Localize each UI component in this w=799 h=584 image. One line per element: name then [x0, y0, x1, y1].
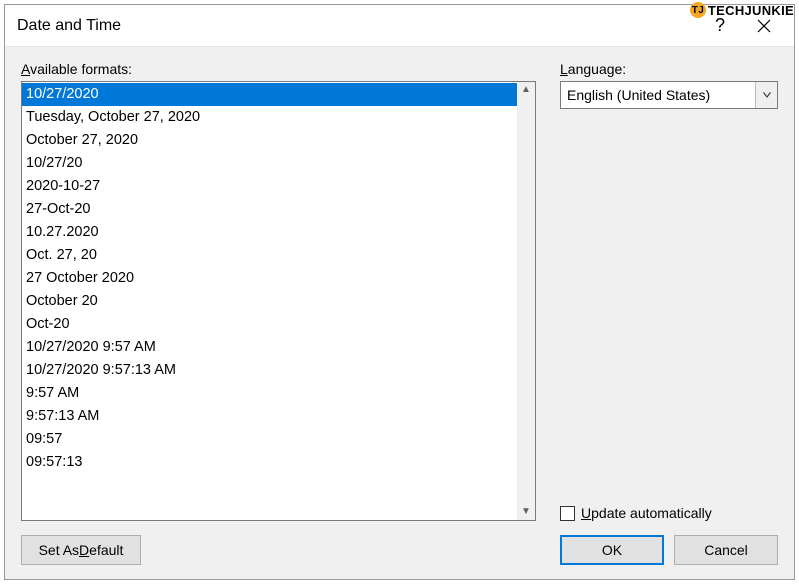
- format-item[interactable]: 10/27/2020 9:57:13 AM: [22, 359, 517, 382]
- scrollbar[interactable]: ▲ ▼: [517, 82, 535, 520]
- available-formats-label: Available formats:: [21, 61, 536, 77]
- format-item[interactable]: 09:57:13: [22, 451, 517, 474]
- scroll-up-icon[interactable]: ▲: [521, 85, 531, 95]
- techjunkie-logo-icon: TJ: [690, 2, 706, 18]
- chevron-down-icon: [763, 92, 771, 98]
- dialog-body: Available formats: 10/27/2020Tuesday, Oc…: [5, 47, 794, 579]
- format-item[interactable]: 27 October 2020: [22, 267, 517, 290]
- formats-column: Available formats: 10/27/2020Tuesday, Oc…: [21, 61, 536, 521]
- format-item[interactable]: 10/27/2020 9:57 AM: [22, 336, 517, 359]
- format-item[interactable]: Tuesday, October 27, 2020: [22, 106, 517, 129]
- formats-listbox[interactable]: 10/27/2020Tuesday, October 27, 2020Octob…: [21, 81, 536, 521]
- update-automatically-label: Update automatically: [581, 505, 712, 521]
- set-as-default-button[interactable]: Set As Default: [21, 535, 141, 565]
- right-column: Language: English (United States) Update…: [560, 61, 778, 521]
- language-combo[interactable]: English (United States): [560, 81, 778, 109]
- date-time-dialog: Date and Time ? Available formats: 10/27…: [4, 4, 795, 580]
- watermark: TJ TECHJUNKIE: [690, 2, 794, 18]
- formats-list[interactable]: 10/27/2020Tuesday, October 27, 2020Octob…: [22, 82, 517, 520]
- update-automatically-checkbox[interactable]: Update automatically: [560, 499, 778, 521]
- language-selected: English (United States): [561, 87, 755, 103]
- close-icon: [757, 19, 771, 33]
- language-label: Language:: [560, 61, 778, 77]
- format-item[interactable]: 10/27/20: [22, 152, 517, 175]
- titlebar: Date and Time ?: [5, 5, 794, 47]
- scroll-down-icon[interactable]: ▼: [521, 507, 531, 517]
- checkbox-icon[interactable]: [560, 506, 575, 521]
- dialog-title: Date and Time: [17, 17, 698, 35]
- format-item[interactable]: 10/27/2020: [22, 83, 517, 106]
- format-item[interactable]: Oct. 27, 20: [22, 244, 517, 267]
- format-item[interactable]: 2020-10-27: [22, 175, 517, 198]
- format-item[interactable]: 27-Oct-20: [22, 198, 517, 221]
- format-item[interactable]: October 20: [22, 290, 517, 313]
- dialog-footer: Set As Default OK Cancel: [21, 521, 778, 565]
- format-item[interactable]: 10.27.2020: [22, 221, 517, 244]
- watermark-text: TECHJUNKIE: [708, 3, 794, 18]
- format-item[interactable]: October 27, 2020: [22, 129, 517, 152]
- format-item[interactable]: 09:57: [22, 428, 517, 451]
- format-item[interactable]: Oct-20: [22, 313, 517, 336]
- format-item[interactable]: 9:57 AM: [22, 382, 517, 405]
- language-dropdown-button[interactable]: [755, 82, 777, 108]
- cancel-button[interactable]: Cancel: [674, 535, 778, 565]
- format-item[interactable]: 9:57:13 AM: [22, 405, 517, 428]
- columns: Available formats: 10/27/2020Tuesday, Oc…: [21, 61, 778, 521]
- ok-button[interactable]: OK: [560, 535, 664, 565]
